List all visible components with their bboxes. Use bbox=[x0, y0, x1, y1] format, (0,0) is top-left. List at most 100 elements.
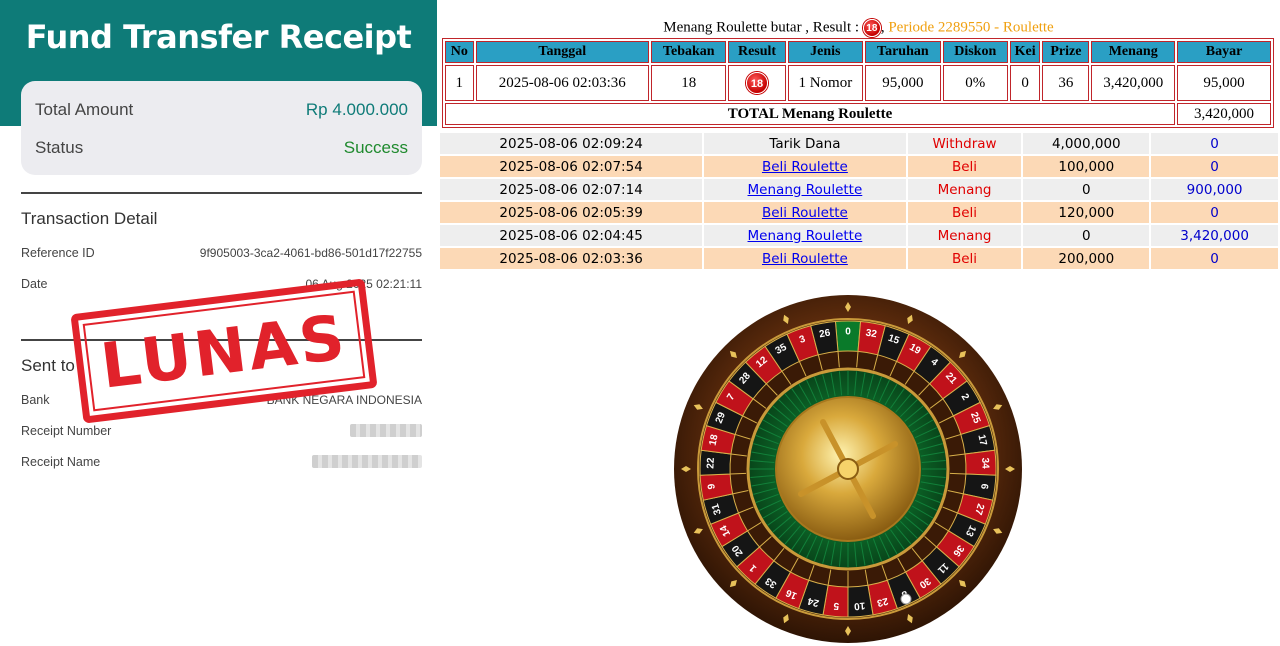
result-ball-icon: 18 bbox=[862, 19, 881, 37]
history-desc-link[interactable]: Beli Roulette bbox=[762, 205, 848, 221]
stamp-inner-border: LUNAS bbox=[82, 290, 366, 412]
history-row: 2025-08-06 02:05:39 Beli Roulette Beli 120,… bbox=[440, 202, 1278, 223]
col-taruhan: Taruhan bbox=[865, 41, 941, 63]
history-row: 2025-08-06 02:03:36 Beli Roulette Beli 200,… bbox=[440, 248, 1278, 269]
roulette-panel: Menang Roulette butar , Result : 18, Per… bbox=[437, 0, 1280, 646]
col-bayar: Bayar bbox=[1177, 41, 1271, 63]
headline-prefix: Menang Roulette butar , Result : bbox=[663, 19, 860, 36]
wheel-number: 22 bbox=[705, 457, 716, 469]
history-type: Beli bbox=[907, 248, 1022, 269]
total-value: 3,420,000 bbox=[1177, 103, 1271, 125]
reference-row: Reference ID 9f905003-3ca2-4061-bd86-501… bbox=[21, 246, 422, 260]
history-bayar: 0 bbox=[1151, 156, 1278, 177]
bet-tebakan: 18 bbox=[651, 65, 727, 101]
bet-prize: 36 bbox=[1042, 65, 1090, 101]
bet-menang: 3,420,000 bbox=[1091, 65, 1176, 101]
pocket-separator bbox=[949, 472, 966, 475]
history-desc-link[interactable]: Beli Roulette bbox=[762, 159, 848, 175]
history-body: 2025-08-06 02:09:24 Tarik Dana Withdraw 4,0… bbox=[440, 133, 1278, 269]
receipt-number-label: Receipt Number bbox=[21, 424, 112, 438]
history-desc[interactable]: Menang Roulette bbox=[704, 179, 906, 200]
col-result: Result bbox=[728, 41, 786, 63]
wheel-number: 10 bbox=[853, 600, 865, 612]
history-bayar: 0 bbox=[1151, 202, 1278, 223]
history-desc[interactable]: Beli Roulette bbox=[704, 202, 906, 223]
history-desc[interactable]: Beli Roulette bbox=[704, 156, 906, 177]
history-desc-link[interactable]: Menang Roulette bbox=[748, 228, 863, 244]
wheel-number: 34 bbox=[979, 457, 990, 469]
date-label: Date bbox=[21, 277, 48, 291]
status-row: Status Success bbox=[35, 133, 408, 163]
col-menang: Menang bbox=[1091, 41, 1176, 63]
receipt-name-redacted bbox=[312, 455, 422, 468]
bet-jenis: 1 Nomor bbox=[787, 65, 864, 101]
history-desc-link[interactable]: Menang Roulette bbox=[748, 182, 863, 198]
col-tebakan: Tebakan bbox=[651, 41, 727, 63]
pocket-separator bbox=[730, 472, 747, 475]
bet-taruhan: 95,000 bbox=[865, 65, 941, 101]
bet-result: 18 bbox=[728, 65, 786, 101]
history-amount: 0 bbox=[1023, 225, 1150, 246]
receipt-name-row: Receipt Name bbox=[21, 455, 422, 469]
history-type: Menang bbox=[907, 225, 1022, 246]
status-label: Status bbox=[35, 138, 84, 157]
history-table: 2025-08-06 02:09:24 Tarik Dana Withdraw 4,0… bbox=[438, 131, 1280, 271]
history-desc-link[interactable]: Beli Roulette bbox=[762, 251, 848, 267]
col-prize: Prize bbox=[1042, 41, 1090, 63]
summary-card: Total Amount Rp 4.000.000 Status Success bbox=[21, 81, 422, 175]
roulette-ball bbox=[900, 593, 912, 605]
history-time: 2025-08-06 02:05:39 bbox=[440, 202, 703, 223]
history-row: 2025-08-06 02:09:24 Tarik Dana Withdraw 4,0… bbox=[440, 133, 1278, 154]
history-desc[interactable]: Menang Roulette bbox=[704, 225, 906, 246]
total-amount-row: Total Amount Rp 4.000.000 bbox=[35, 95, 408, 125]
bet-tanggal: 2025-08-06 02:03:36 bbox=[475, 65, 649, 101]
bet-table-header: No Tanggal Tebakan Result Jenis Taruhan … bbox=[445, 41, 1271, 63]
history-amount: 200,000 bbox=[1023, 248, 1150, 269]
history-amount: 120,000 bbox=[1023, 202, 1150, 223]
history-amount: 0 bbox=[1023, 179, 1150, 200]
col-diskon: Diskon bbox=[942, 41, 1008, 63]
reference-value: 9f905003-3ca2-4061-bd86-501d17f22755 bbox=[199, 246, 422, 260]
bank-label: Bank bbox=[21, 393, 50, 407]
wheel-number: 32 bbox=[865, 328, 878, 341]
history-bayar: 3,420,000 bbox=[1151, 225, 1278, 246]
divider bbox=[21, 192, 422, 194]
receipt-name-label: Receipt Name bbox=[21, 455, 101, 469]
history-bayar: 0 bbox=[1151, 248, 1278, 269]
history-type: Withdraw bbox=[907, 133, 1022, 154]
history-desc: Tarik Dana bbox=[704, 133, 906, 154]
history-type: Menang bbox=[907, 179, 1022, 200]
history-bayar: 0 bbox=[1151, 133, 1278, 154]
bet-table: No Tanggal Tebakan Result Jenis Taruhan … bbox=[442, 38, 1274, 128]
wheel-number: 26 bbox=[818, 328, 831, 341]
history-time: 2025-08-06 02:03:36 bbox=[440, 248, 703, 269]
history-amount: 100,000 bbox=[1023, 156, 1150, 177]
col-no: No bbox=[445, 41, 474, 63]
history-time: 2025-08-06 02:09:24 bbox=[440, 133, 703, 154]
receipt-panel: Fund Transfer Receipt Total Amount Rp 4.… bbox=[0, 0, 437, 646]
bet-no: 1 bbox=[445, 65, 474, 101]
col-tanggal: Tanggal bbox=[475, 41, 649, 63]
bet-kei: 0 bbox=[1009, 65, 1041, 101]
total-amount-label: Total Amount bbox=[35, 100, 134, 119]
col-jenis: Jenis bbox=[787, 41, 864, 63]
total-label: TOTAL Menang Roulette bbox=[445, 103, 1176, 125]
roulette-wheel: 0321519421225173462713361130823105241633… bbox=[674, 295, 1022, 643]
bet-row: 1 2025-08-06 02:03:36 18 18 1 Nomor 95,0… bbox=[445, 65, 1271, 101]
bet-bayar: 95,000 bbox=[1177, 65, 1271, 101]
bet-diskon: 0% bbox=[942, 65, 1008, 101]
bet-total-row: TOTAL Menang Roulette 3,420,000 bbox=[445, 103, 1271, 125]
history-row: 2025-08-06 02:07:14 Menang Roulette Menang… bbox=[440, 179, 1278, 200]
history-desc[interactable]: Beli Roulette bbox=[704, 248, 906, 269]
headline-period: Periode 2289550 - Roulette bbox=[888, 19, 1054, 36]
wheel-number: 0 bbox=[845, 327, 851, 338]
history-time: 2025-08-06 02:04:45 bbox=[440, 225, 703, 246]
receipt-number-redacted bbox=[350, 424, 422, 437]
transaction-detail-heading: Transaction Detail bbox=[21, 209, 158, 228]
receipt-number-row: Receipt Number bbox=[21, 424, 422, 438]
history-row: 2025-08-06 02:07:54 Beli Roulette Beli 100,… bbox=[440, 156, 1278, 177]
history-time: 2025-08-06 02:07:54 bbox=[440, 156, 703, 177]
col-kei: Kei bbox=[1009, 41, 1041, 63]
sent-to-heading: Sent to bbox=[21, 356, 75, 375]
status-value: Success bbox=[343, 138, 408, 157]
